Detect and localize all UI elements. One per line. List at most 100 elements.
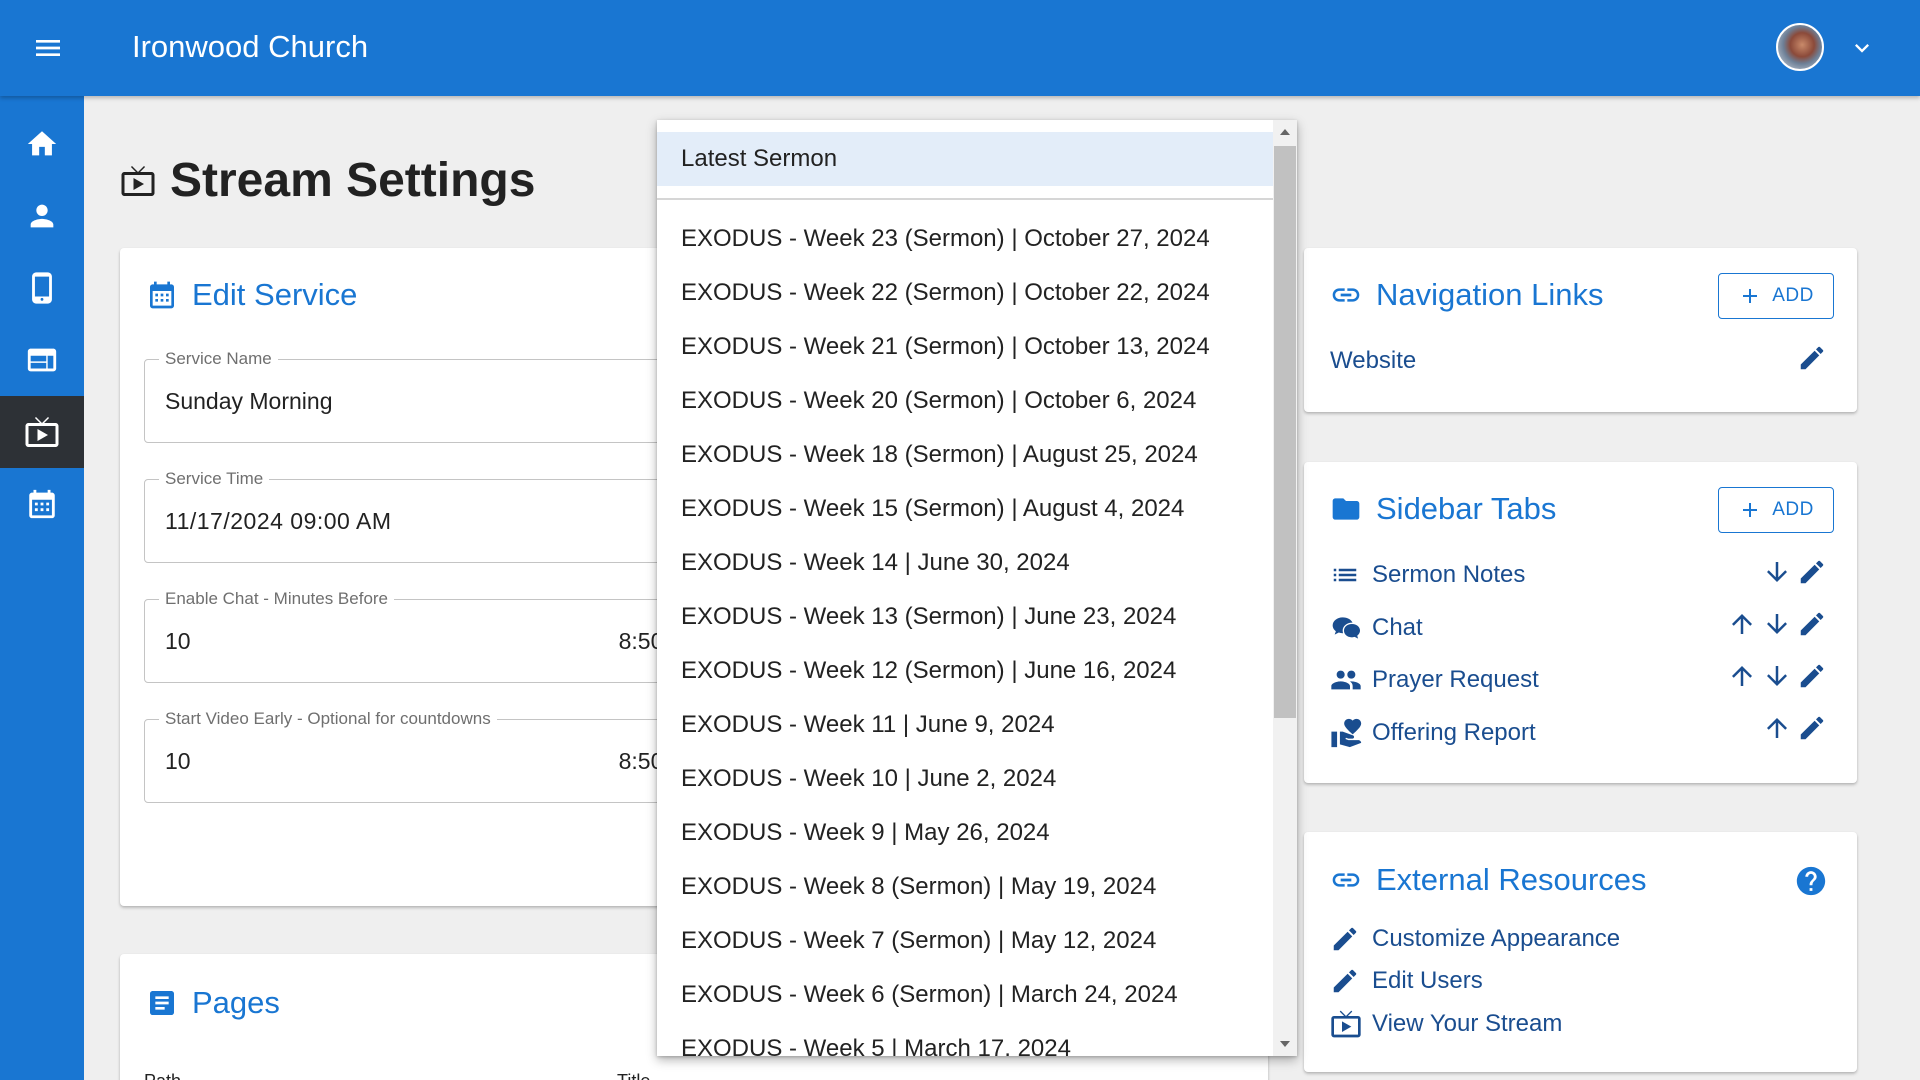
phone-icon [32, 272, 52, 304]
plus-icon [1743, 503, 1758, 517]
service-time-label: Service Time [159, 469, 270, 489]
move-up-icon[interactable] [1727, 609, 1757, 639]
plus-icon [1743, 289, 1758, 303]
dropdown-option[interactable]: EXODUS - Week 7 (Sermon) | May 12, 2024 [657, 914, 1273, 968]
dropdown-option[interactable]: EXODUS - Week 6 (Sermon) | March 24, 202… [657, 968, 1273, 1022]
dropdown-divider [657, 198, 1273, 200]
dropdown-option[interactable]: EXODUS - Week 13 (Sermon) | June 23, 202… [657, 590, 1273, 644]
people-icon [1331, 670, 1361, 690]
page-heading: Stream Settings [120, 153, 535, 208]
avatar[interactable] [1776, 23, 1824, 71]
dropdown-option[interactable]: EXODUS - Week 18 (Sermon) | August 25, 2… [657, 428, 1273, 482]
move-up-icon[interactable] [1727, 661, 1757, 691]
sidebar-tab-label[interactable]: Offering Report [1372, 719, 1536, 747]
enable-chat-value: 10 [165, 628, 191, 654]
external-resource-item: View Your Stream [1330, 1008, 1562, 1040]
sidebar-tab-item: Prayer Request [1330, 664, 1539, 696]
edit-icon[interactable] [1797, 713, 1827, 743]
live-tv-icon [121, 165, 155, 196]
dropdown-option[interactable]: EXODUS - Week 8 (Sermon) | May 19, 2024 [657, 860, 1273, 914]
person-icon [30, 204, 54, 228]
external-resource-item: Customize Appearance [1330, 924, 1620, 954]
folder-icon [1332, 498, 1360, 520]
move-up-icon[interactable] [1762, 713, 1792, 743]
edit-service-title: Edit Service [192, 277, 358, 312]
dropdown-option[interactable]: EXODUS - Week 20 (Sermon) | October 6, 2… [657, 374, 1273, 428]
edit-icon [1333, 927, 1357, 951]
dropdown-option[interactable]: EXODUS - Week 22 (Sermon) | October 22, … [657, 266, 1273, 320]
link-icon [1332, 873, 1360, 887]
sidebar-tab-item: Sermon Notes [1330, 560, 1525, 590]
chat-icon [1332, 617, 1360, 639]
article-icon [150, 991, 174, 1015]
sidebar-tab-label[interactable]: Chat [1372, 614, 1423, 642]
external-resources-header: External Resources [1330, 862, 1647, 898]
service-name-label: Service Name [159, 349, 278, 369]
dropdown-option[interactable]: EXODUS - Week 9 | May 26, 2024 [657, 806, 1273, 860]
dropdown-option-selected[interactable]: Latest Sermon [657, 132, 1273, 186]
service-time-field[interactable]: Service Time 11/17/2024 09:00 AM [144, 469, 704, 563]
enable-chat-label: Enable Chat - Minutes Before [159, 589, 395, 609]
sidebar-item-stream[interactable] [0, 396, 84, 468]
dropdown-option[interactable]: EXODUS - Week 23 (Sermon) | October 27, … [657, 212, 1273, 266]
pages-column-path: Path [144, 1071, 181, 1080]
sidebar-item-calendar[interactable] [0, 468, 84, 540]
sidebar-nav [0, 96, 84, 1080]
navigation-link-label[interactable]: Website [1330, 347, 1416, 375]
sidebar-item-website[interactable] [0, 324, 84, 396]
sidebar-tab-label[interactable]: Sermon Notes [1372, 561, 1525, 589]
dropdown-option[interactable]: EXODUS - Week 14 | June 30, 2024 [657, 536, 1273, 590]
live-tv-icon [25, 417, 59, 447]
start-video-field[interactable]: Start Video Early - Optional for countdo… [144, 709, 704, 803]
sermon-select-menu[interactable]: Latest Sermon EXODUS - Week 23 (Sermon) … [657, 120, 1297, 1056]
calendar-icon [150, 281, 174, 309]
move-down-icon[interactable] [1762, 609, 1792, 639]
enable-chat-field[interactable]: Enable Chat - Minutes Before 10 8:50 AM [144, 589, 704, 683]
sidebar-tabs-header: Sidebar Tabs [1330, 491, 1556, 527]
dropdown-option[interactable]: EXODUS - Week 21 (Sermon) | October 13, … [657, 320, 1273, 374]
scrollbar-thumb[interactable] [1274, 146, 1296, 718]
app-title: Ironwood Church [132, 29, 369, 64]
help-icon[interactable] [1794, 864, 1828, 898]
external-resource-label[interactable]: Edit Users [1372, 967, 1483, 995]
scroll-up-arrow-icon[interactable] [1277, 126, 1293, 138]
add-navigation-link-button[interactable]: ADD [1718, 273, 1834, 319]
edit-icon[interactable] [1797, 609, 1827, 639]
edit-icon[interactable] [1797, 557, 1827, 587]
service-name-field[interactable]: Service Name Sunday Morning [144, 349, 704, 443]
external-resource-label[interactable]: View Your Stream [1372, 1010, 1562, 1038]
dropdown-option[interactable]: EXODUS - Week 15 (Sermon) | August 4, 20… [657, 482, 1273, 536]
scroll-down-arrow-icon[interactable] [1277, 1038, 1293, 1050]
menu-icon[interactable] [28, 28, 68, 68]
dropdown-option[interactable]: EXODUS - Week 10 | June 2, 2024 [657, 752, 1273, 806]
live-tv-icon [1331, 1010, 1361, 1038]
external-resource-item: Edit Users [1330, 966, 1483, 996]
dropdown-option[interactable]: EXODUS - Week 5 | March 17, 2024 [657, 1022, 1273, 1056]
move-down-icon[interactable] [1762, 557, 1792, 587]
calendar-icon [29, 489, 55, 519]
pages-column-title: Title [617, 1071, 650, 1080]
add-sidebar-tab-label: ADD [1772, 499, 1814, 520]
chevron-down-icon[interactable] [1848, 34, 1876, 62]
home-icon [27, 131, 57, 156]
sidebar-tab-label[interactable]: Prayer Request [1372, 666, 1539, 694]
move-down-icon[interactable] [1762, 661, 1792, 691]
sidebar-item-home[interactable] [0, 108, 84, 180]
dropdown-option[interactable]: EXODUS - Week 11 | June 9, 2024 [657, 698, 1273, 752]
navigation-links-title: Navigation Links [1376, 277, 1604, 312]
edit-service-header: Edit Service [146, 277, 357, 313]
service-time-value: 11/17/2024 09:00 AM [165, 508, 392, 534]
edit-icon[interactable] [1797, 661, 1827, 691]
app-bar: Ironwood Church [0, 0, 1920, 96]
edit-icon [1333, 969, 1357, 993]
navigation-links-header: Navigation Links [1330, 277, 1603, 313]
edit-icon[interactable] [1797, 343, 1827, 373]
add-sidebar-tab-button[interactable]: ADD [1718, 487, 1834, 533]
dropdown-option[interactable]: EXODUS - Week 12 (Sermon) | June 16, 202… [657, 644, 1273, 698]
sidebar-item-mobile[interactable] [0, 252, 84, 324]
external-resources-title: External Resources [1376, 862, 1647, 897]
add-navigation-link-label: ADD [1772, 285, 1814, 306]
sidebar-item-people[interactable] [0, 180, 84, 252]
external-resource-label[interactable]: Customize Appearance [1372, 925, 1620, 953]
web-icon [27, 348, 57, 372]
